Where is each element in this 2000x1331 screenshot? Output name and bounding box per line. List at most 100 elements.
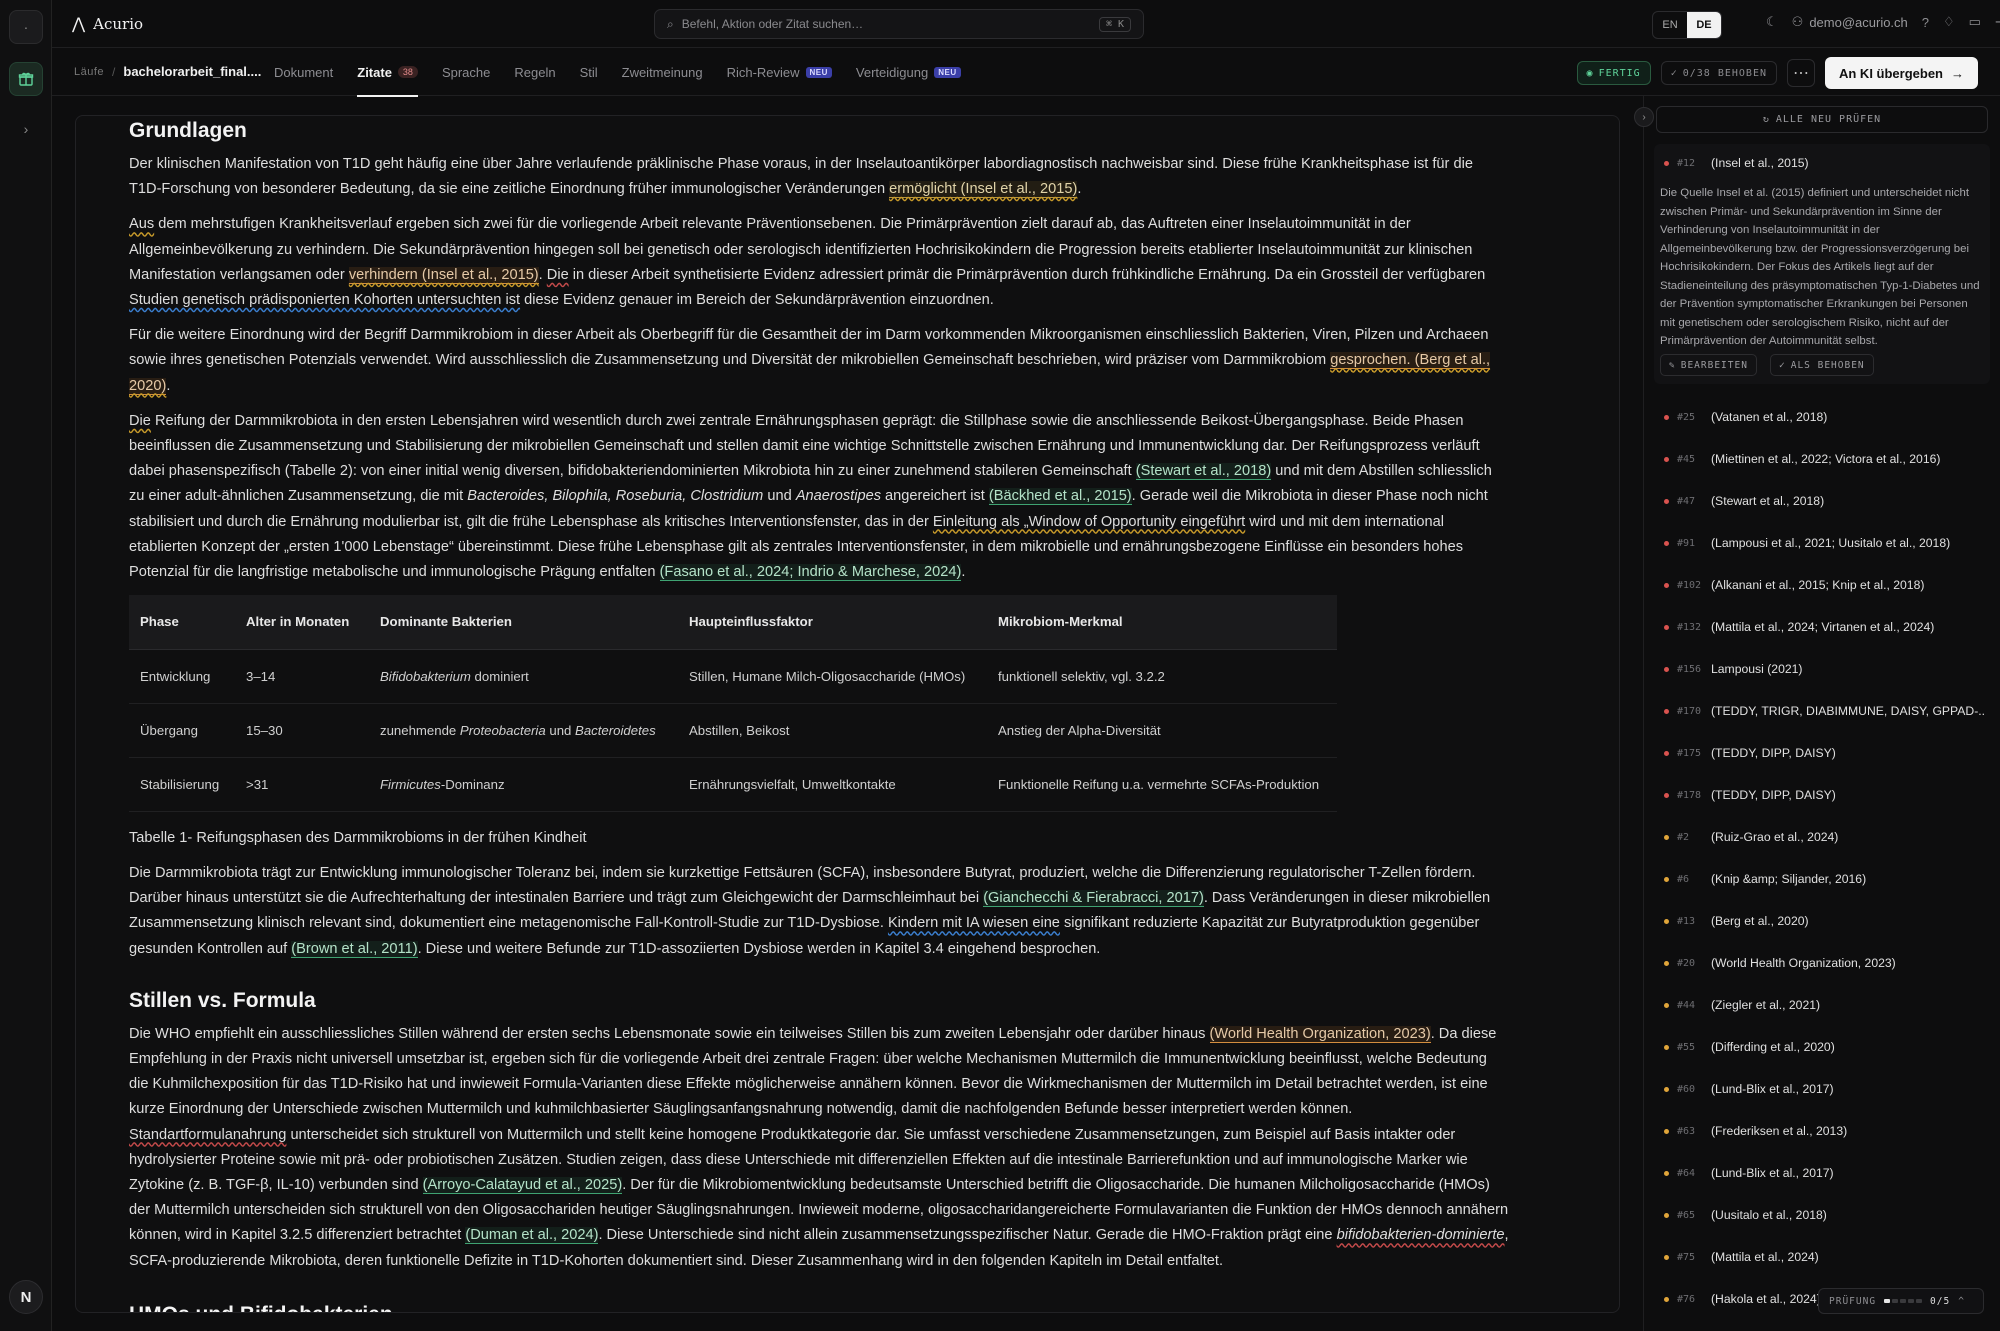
tab-dokument[interactable]: Dokument [274, 48, 333, 96]
spelling-issue-highlight[interactable]: bifidobakterien-dominierte [1337, 1227, 1505, 1243]
table-cell: Funktionelle Reifung u.a. vermehrte SCFA… [987, 757, 1337, 812]
arrow-right-icon: → [1951, 65, 1964, 81]
grammar-issue-highlight[interactable]: Die [547, 267, 569, 283]
citation-highlight[interactable]: (Gianchecchi & Fierabracci, 2017) [983, 890, 1204, 908]
citation-highlight[interactable]: (World Health Organization, 2023) [1209, 1025, 1431, 1043]
command-search-input[interactable]: ⌕ Befehl, Aktion oder Zitat suchen… ⌘ K [654, 9, 1144, 39]
issue-item[interactable]: #91 (Lampousi et al., 2021; Uusitalo et a… [1664, 536, 1984, 550]
citation-highlight[interactable]: (Brown et al., 2011) [291, 940, 418, 958]
expand-sidebar-icon[interactable]: › [9, 112, 43, 146]
notifications-icon[interactable]: ♢ [1943, 14, 1955, 30]
progress-segment [1916, 1299, 1923, 1303]
issue-item[interactable]: #102 (Alkanani et al., 2015; Knip et al.,… [1664, 578, 1984, 592]
issue-title: (TEDDY, DIPP, DAISY) [1711, 788, 1836, 802]
workspace-switcher-button[interactable]: · [9, 10, 43, 44]
document-viewer[interactable]: Grundlagen Der klinischen Manifestation … [75, 115, 1620, 1313]
tab-stil[interactable]: Stil [580, 48, 598, 96]
issue-item[interactable]: #25 (Vatanen et al., 2018) [1664, 410, 1984, 424]
brand[interactable]: ⋀ Acurio [72, 14, 143, 33]
issue-item[interactable]: #64 (Lund-Blix et al., 2017) [1664, 1166, 1984, 1180]
text-run: -Dominanz [440, 776, 505, 792]
tab-sprache[interactable]: Sprache [442, 48, 490, 96]
logout-icon[interactable]: ⇥ [1995, 14, 2000, 30]
citation-highlight[interactable]: (Stewart et al., 2018) [1135, 463, 1272, 481]
style-issue-highlight[interactable]: Die [129, 413, 151, 429]
language-issue-highlight[interactable]: Studien genetisch prädisponierten Kohort… [129, 292, 520, 308]
text-run: Der klinischen Manifestation von T1D geh… [129, 156, 1473, 198]
issue-item[interactable]: #13 (Berg et al., 2020) [1664, 914, 1984, 928]
issue-item[interactable]: #47 (Stewart et al., 2018) [1664, 494, 1984, 508]
issue-item-expanded-header[interactable]: #12 (Insel et al., 2015) [1664, 156, 1984, 170]
issue-item[interactable]: #55 (Differding et al., 2020) [1664, 1040, 1984, 1054]
collapse-panel-icon[interactable]: › [1634, 107, 1654, 127]
table-cell: funktionell selektiv, vgl. 3.2.2 [987, 649, 1337, 704]
citation-highlight[interactable]: (Fasano et al., 2024; Indrio & Marchese,… [659, 564, 962, 582]
issue-item[interactable]: #6 (Knip &amp; Siljander, 2016) [1664, 872, 1984, 886]
tab-zweitmeinung[interactable]: Zweitmeinung [622, 48, 703, 96]
issue-item[interactable]: #65 (Uusitalo et al., 2018) [1664, 1208, 1984, 1222]
issue-item[interactable]: #178 (TEDDY, DIPP, DAISY) [1664, 788, 1984, 802]
issue-item[interactable]: #20 (World Health Organization, 2023) [1664, 956, 1984, 970]
billing-icon[interactable]: ▭ [1969, 14, 1981, 30]
user-icon: ⚇ [1791, 14, 1804, 29]
language-issue-highlight[interactable]: Kindern mit IA wiesen eine [888, 915, 1060, 931]
recheck-all-button[interactable]: ↻ ALLE NEU PRÜFEN [1656, 106, 1988, 133]
table-cell: Stabilisierung [129, 757, 235, 812]
tab-regeln[interactable]: Regeln [514, 48, 555, 96]
chevron-up-icon: ^ [1958, 1295, 1965, 1307]
citation-highlight[interactable]: (Duman et al., 2024) [465, 1227, 599, 1245]
issue-item[interactable]: #170 (TEDDY, TRIGR, DIABIMMUNE, DAISY, GP… [1664, 704, 1984, 718]
issue-item[interactable]: #156 Lampousi (2021) [1664, 662, 1984, 676]
more-options-button[interactable]: ⋯ [1786, 59, 1815, 87]
tabs: Dokument Zitate 38 Sprache Regeln Stil Zw… [274, 48, 961, 97]
paragraph: Die WHO empfiehlt ein ausschliessliches … [129, 1022, 1509, 1274]
issue-title: (Berg et al., 2020) [1711, 914, 1809, 928]
issue-item[interactable]: #60 (Lund-Blix et al., 2017) [1664, 1082, 1984, 1096]
breadcrumb-runs-link[interactable]: Läufe [74, 66, 104, 78]
issue-item[interactable]: #175 (TEDDY, DIPP, DAISY) [1664, 746, 1984, 760]
issue-title: (Frederiksen et al., 2013) [1711, 1124, 1848, 1138]
citation-highlight[interactable]: (Bäckhed et al., 2015) [988, 488, 1132, 506]
help-icon[interactable]: ? [1922, 15, 1929, 30]
issue-title: (Stewart et al., 2018) [1711, 494, 1825, 508]
style-issue-highlight[interactable]: Einleitung als „Window of Opportunity ei… [933, 514, 1245, 530]
mark-fixed-button[interactable]: ✓ ALS BEHOBEN [1770, 354, 1874, 376]
issue-title: (Alkanani et al., 2015; Knip et al., 201… [1711, 578, 1925, 592]
review-progress-bar [1884, 1299, 1923, 1303]
tab-label: Zweitmeinung [621, 64, 703, 80]
account-menu[interactable]: ⚇ demo@acurio.ch [1792, 14, 1908, 30]
citation-highlight[interactable]: (Arroyo-Calatayud et al., 2025) [422, 1176, 623, 1194]
pencil-icon: ✎ [1669, 359, 1676, 371]
citation-highlight[interactable]: verhindern (Insel et al., 2015) [348, 266, 539, 284]
issue-item[interactable]: #132 (Mattila et al., 2024; Virtanen et a… [1664, 620, 1984, 634]
tab-zitate[interactable]: Zitate 38 [357, 48, 418, 97]
citation-highlight[interactable]: ermöglicht (Insel et al., 2015) [889, 181, 1078, 199]
theme-toggle-icon[interactable]: ☾ [1766, 14, 1778, 30]
breadcrumb-file[interactable]: bachelorarbeit_final.... [123, 64, 261, 79]
status-label: FERTIG [1598, 67, 1641, 79]
lang-en-button[interactable]: EN [1653, 12, 1687, 38]
issue-item[interactable]: #2 (Ruiz-Grao et al., 2024) [1664, 830, 1984, 844]
tab-rich-review[interactable]: Rich-Review NEU [727, 48, 832, 96]
style-issue-highlight[interactable]: Aus [129, 216, 154, 232]
issue-title: (Differding et al., 2020) [1711, 1040, 1835, 1054]
severity-dot [1664, 918, 1669, 924]
spelling-issue-highlight[interactable]: Standartformulanahrung [129, 1127, 286, 1143]
issue-item[interactable]: #63 (Frederiksen et al., 2013) [1664, 1124, 1984, 1138]
progress-segment [1884, 1299, 1891, 1303]
user-avatar[interactable]: N [9, 1280, 43, 1314]
tab-label: Zitate [357, 64, 392, 80]
issue-item[interactable]: #44 (Ziegler et al., 2021) [1664, 998, 1984, 1012]
issue-item[interactable]: #45 (Miettinen et al., 2022; Victora et a… [1664, 452, 1984, 466]
issue-number: #13 [1677, 915, 1696, 927]
handoff-to-ai-button[interactable]: An KI übergeben → [1824, 57, 1978, 89]
gift-icon[interactable] [9, 62, 43, 96]
edit-button[interactable]: ✎ BEARBEITEN [1660, 354, 1757, 376]
table-header: Phase [129, 595, 235, 650]
issue-number: #156 [1677, 663, 1702, 675]
issue-title: (TEDDY, TRIGR, DIABIMMUNE, DAISY, GPPAD-… [1711, 704, 1984, 718]
lang-de-button[interactable]: DE [1687, 12, 1721, 38]
review-progress[interactable]: PRÜFUNG 0/5 ^ [1818, 1288, 1984, 1314]
issue-item[interactable]: #75 (Mattila et al., 2024) [1664, 1250, 1984, 1264]
tab-verteidigung[interactable]: Verteidigung NEU [856, 48, 961, 96]
